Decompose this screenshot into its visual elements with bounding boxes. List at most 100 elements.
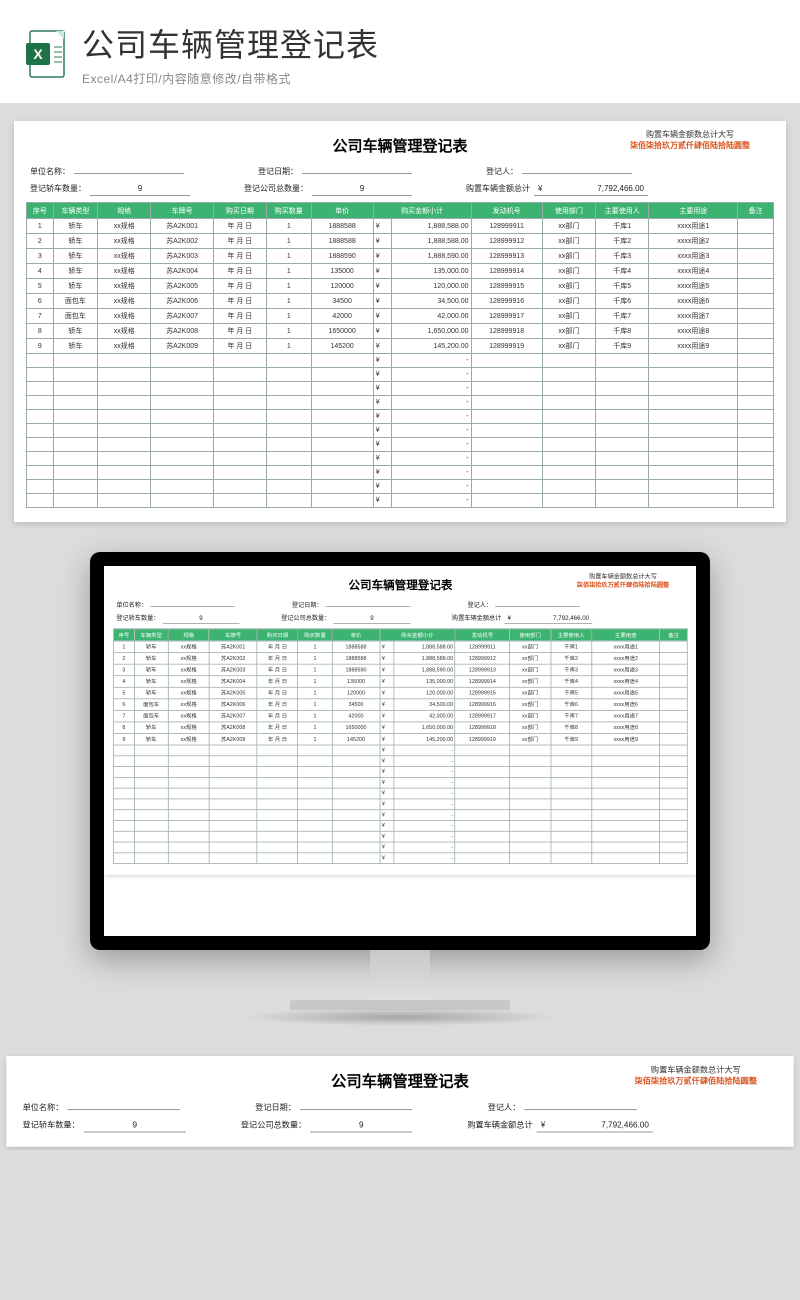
cell-empty [596,452,649,466]
cell-date: 年 月 日 [257,710,298,722]
cell-use: xxxx用途3 [649,249,738,264]
cell-note [660,733,687,745]
cell-empty [114,788,134,799]
table-row-empty: ¥- [114,756,688,767]
product-banner: X 公司车辆管理登记表 Excel/A4打印/内容随意修改/自带格式 [0,0,800,103]
total-amount-sym: ¥ [534,182,548,196]
reg-person-label: 登记人： [464,599,495,611]
cell-note [738,264,774,279]
cell-plate: 苏A2K009 [151,339,213,354]
table-row-empty: ¥- [27,368,774,382]
cell-empty [209,799,257,810]
cell-empty: - [391,424,471,438]
cell-eng: 128999917 [471,309,542,324]
cell-empty [151,466,213,480]
svg-text:X: X [33,46,43,62]
cell-empty [510,842,551,853]
total-count-value: 9 [333,613,410,624]
cell-subtotal: 1,650,000.00 [391,324,471,339]
cell-spec: xx规格 [98,234,151,249]
cell-empty [168,756,209,767]
table-row: 3轿车xx规格苏A2K003年 月 日11888590¥1,888,590.00… [114,664,688,676]
table-header-row: 序号车辆类型规格车牌号购买日期购买数量单价购买金额小计发动机号使用部门主要使用人… [27,203,774,219]
cell-empty [738,452,774,466]
cell-empty [98,410,151,424]
cell-empty [738,382,774,396]
cell-price: 42000 [332,710,380,722]
monitor-mockup: 购置车辆金额数总计大写 柒佰柒拾玖万贰仟肆佰陆拾陆圆整 公司车辆管理登记表 单位… [0,552,800,1026]
table-row: 1轿车xx规格苏A2K001年 月 日11888588¥1,888,588.00… [114,641,688,653]
cell-seq: 5 [27,279,54,294]
cell-empty [649,382,738,396]
cell-empty [332,777,380,788]
cell-empty [660,831,687,842]
cell-date: 年 月 日 [213,324,266,339]
table-row: 2轿车xx规格苏A2K002年 月 日11888588¥1,888,588.00… [114,653,688,665]
cell-empty [98,424,151,438]
cell-seq: 5 [114,687,134,699]
cell-empty [134,788,168,799]
col-header: 车牌号 [209,629,257,641]
cell-empty [592,777,660,788]
cell-empty [114,810,134,821]
cell-eng: 128999917 [455,710,510,722]
excel-file-icon: X [24,29,68,79]
table-row: 5轿车xx规格苏A2K005年 月 日1120000¥120,000.00128… [27,279,774,294]
cell-seq: 9 [114,733,134,745]
cell-price: 1888588 [332,653,380,665]
spreadsheet-preview: 购置车辆金额数总计大写 柒佰柒拾玖万贰仟肆佰陆拾陆圆整 公司车辆管理登记表 单位… [6,1056,793,1147]
cell-eng: 128999911 [455,641,510,653]
cell-empty: - [391,452,471,466]
meta-row-1: 单位名称： 登记日期： 登记人： [113,599,687,611]
table-row: 2轿车xx规格苏A2K002年 月 日11888588¥1,888,588.00… [27,234,774,249]
cell-price: 120000 [332,687,380,699]
cell-qty: 1 [267,294,311,309]
table-row-empty: ¥- [114,820,688,831]
banner-subtitle: Excel/A4打印/内容随意修改/自带格式 [82,70,776,87]
cell-empty: - [391,466,471,480]
cell-eng: 128999915 [471,279,542,294]
cell-empty [455,756,510,767]
cell-eng: 128999916 [455,699,510,711]
cell-price: 1888590 [332,664,380,676]
cell-seq: 2 [114,653,134,665]
cell-empty [98,466,151,480]
cell-empty [596,424,649,438]
cell-plate: 苏A2K009 [209,733,257,745]
cell-empty [151,382,213,396]
cell-empty [213,452,266,466]
cell-empty [592,831,660,842]
reg-date-label: 登记日期： [251,1100,300,1115]
cell-subtotal-sym: ¥ [380,676,394,688]
cell-dept: xx部门 [542,219,595,234]
cell-empty [660,788,687,799]
unit-value [150,603,235,607]
cell-empty [114,777,134,788]
cell-empty [213,368,266,382]
cell-empty [298,820,332,831]
cell-empty: - [394,767,455,778]
col-header: 车牌号 [151,203,213,219]
cell-qty: 1 [267,324,311,339]
cell-empty [98,438,151,452]
cell-date: 年 月 日 [213,234,266,249]
cell-qty: 1 [298,641,332,653]
cell-use: xxxx用途3 [592,664,660,676]
cell-eng: 128999913 [471,249,542,264]
cell-seq: 6 [27,294,54,309]
table-row-empty: ¥- [114,777,688,788]
cell-empty: ¥ [380,831,394,842]
cell-empty [168,767,209,778]
cell-user: 千库9 [596,339,649,354]
table-row-empty: ¥- [27,410,774,424]
cell-spec: xx规格 [168,676,209,688]
cell-spec: xx规格 [168,733,209,745]
cell-spec: xx规格 [168,722,209,734]
cell-qty: 1 [267,339,311,354]
cell-seq: 6 [114,699,134,711]
total-amount-value: 7,792,466.00 [551,1118,653,1132]
cell-empty [168,745,209,756]
col-header: 购买日期 [213,203,266,219]
cell-empty [551,767,592,778]
cell-spec: xx规格 [168,687,209,699]
